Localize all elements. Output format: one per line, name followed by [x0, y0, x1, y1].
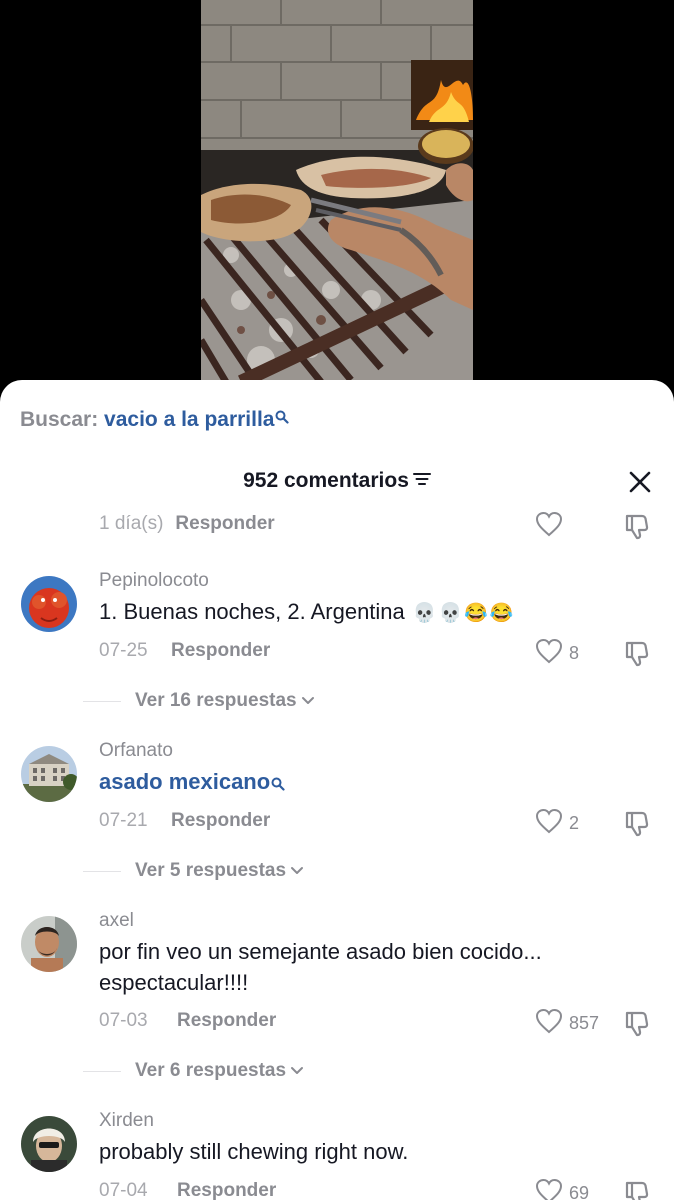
dislike-icon[interactable]	[624, 512, 654, 545]
chevron-down-icon	[290, 1060, 304, 1082]
comment-text-body: 1. Buenas noches, 2. Argentina	[99, 599, 405, 624]
comments-count-title: 952 comentarios	[243, 469, 409, 492]
comments-header: 952 comentarios	[0, 468, 674, 494]
heart-icon	[535, 638, 563, 669]
heart-icon	[535, 808, 563, 839]
comment-username[interactable]: axel	[99, 910, 134, 932]
reply-button[interactable]: Responder	[177, 1180, 276, 1200]
view-replies-label: Ver 5 respuestas	[135, 860, 287, 881]
reply-button[interactable]: Responder	[171, 810, 270, 831]
like-count: 2	[569, 813, 580, 833]
search-icon	[271, 768, 285, 799]
comment-text: probably still chewing right now.	[99, 1139, 409, 1164]
video-frame-grill	[201, 0, 473, 382]
search-term-link[interactable]: vacio a la parrilla	[104, 408, 274, 431]
comment-meta: 1 día(s) Responder	[99, 513, 275, 535]
like-button[interactable]: 857	[535, 1008, 599, 1039]
comment-emojis: 💀💀😂😂	[412, 602, 516, 624]
close-icon[interactable]	[624, 466, 656, 498]
search-icon	[275, 406, 290, 430]
heart-icon	[535, 511, 563, 542]
chevron-down-icon	[301, 690, 315, 712]
divider-line	[83, 1070, 121, 1072]
comment-username[interactable]: Xirden	[99, 1110, 154, 1132]
view-replies-button[interactable]: Ver 16 respuestas	[83, 690, 315, 712]
view-replies-label: Ver 16 respuestas	[135, 690, 297, 711]
avatar[interactable]	[21, 1116, 77, 1172]
comment-date: 1 día(s)	[99, 513, 164, 534]
heart-icon	[535, 1178, 563, 1200]
dislike-icon[interactable]	[624, 809, 654, 842]
video-player[interactable]	[201, 0, 473, 382]
view-replies-label: Ver 6 respuestas	[135, 1060, 287, 1081]
comment-search-link[interactable]: asado mexicano	[99, 766, 639, 799]
search-prefix: Buscar:	[20, 408, 99, 431]
divider-line	[83, 870, 121, 872]
comment-meta: 07-03 Responder	[99, 1010, 276, 1032]
chevron-down-icon	[290, 860, 304, 882]
dislike-icon[interactable]	[624, 1009, 654, 1042]
heart-icon	[535, 1008, 563, 1039]
comment-text: 1. Buenas noches, 2. Argentina 💀💀😂😂	[99, 596, 639, 629]
comments-sheet: Buscar: vacio a la parrilla 952 comentar…	[0, 380, 674, 1200]
avatar[interactable]	[21, 916, 77, 972]
comment-meta: 07-25 Responder	[99, 640, 270, 662]
like-button[interactable]: 69	[535, 1178, 589, 1200]
comment-date: 07-21	[99, 810, 148, 831]
like-button[interactable]: 2	[535, 808, 579, 839]
reply-button[interactable]: Responder	[175, 513, 274, 534]
comment-username[interactable]: Orfanato	[99, 740, 173, 762]
divider-line	[83, 700, 121, 702]
avatar[interactable]	[21, 746, 77, 802]
avatar[interactable]	[21, 576, 77, 632]
reply-button[interactable]: Responder	[177, 1010, 276, 1031]
filter-icon[interactable]	[412, 467, 431, 493]
like-button[interactable]: 8	[535, 638, 579, 669]
comment-username[interactable]: Pepinolocoto	[99, 570, 209, 592]
dislike-icon[interactable]	[624, 639, 654, 672]
like-count: 8	[569, 643, 580, 663]
like-button[interactable]	[535, 511, 563, 542]
view-replies-button[interactable]: Ver 5 respuestas	[83, 860, 304, 882]
comment-meta: 07-21 Responder	[99, 810, 270, 832]
view-replies-button[interactable]: Ver 6 respuestas	[83, 1060, 304, 1082]
comment-meta: 07-04 Responder	[99, 1180, 276, 1200]
like-count: 69	[569, 1183, 590, 1200]
dislike-icon[interactable]	[624, 1179, 654, 1200]
comment-date: 07-25	[99, 640, 148, 661]
like-count: 857	[569, 1013, 600, 1033]
comment-date: 07-03	[99, 1010, 148, 1031]
comment-date: 07-04	[99, 1180, 148, 1200]
comment-text: por fin veo un semejante asado bien coci…	[99, 939, 542, 995]
reply-button[interactable]: Responder	[171, 640, 270, 661]
comment-text-body: asado mexicano	[99, 769, 271, 794]
search-suggestion[interactable]: Buscar: vacio a la parrilla	[20, 406, 290, 432]
